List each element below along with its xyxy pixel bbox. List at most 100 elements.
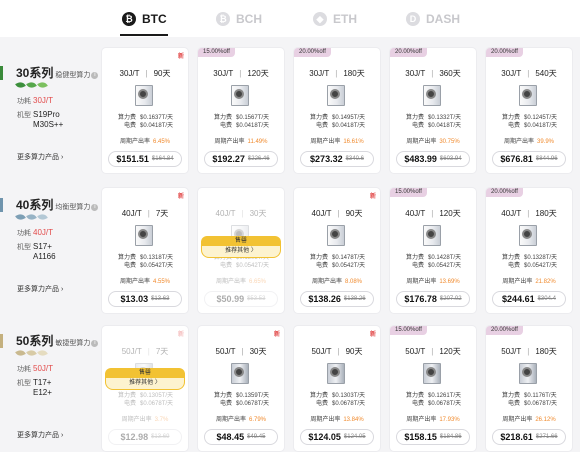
leaf-icon <box>26 212 37 222</box>
spec-days: 180天 <box>343 69 365 78</box>
power-fee-key: 电费 <box>219 123 232 129</box>
rate-label: 周期产出率 <box>121 417 152 423</box>
price-button[interactable]: $48.45 $49.45 <box>204 429 278 445</box>
product-card[interactable]: 15.00%off 40J/T | 120天 算力费 $0.1428T/天 电费 $0.054… <box>390 188 476 313</box>
price-button[interactable]: $138.26 $138.26 <box>300 291 374 307</box>
spec-power: 30J/T <box>309 69 330 78</box>
product-card[interactable]: 新 50J/T | 90天 算力费 $0.1303T/天 电费 $0.0678T/天 周期产出率… <box>294 326 380 451</box>
output-rate: 周期产出率 13.84% <box>294 414 380 423</box>
price-button[interactable]: $124.05 $124.05 <box>300 429 374 445</box>
price-button[interactable]: $158.15 $184.86 <box>396 429 470 445</box>
series-subtitle: 稳健型算力 <box>55 72 91 79</box>
more-products-link[interactable]: 更多算力产品 › <box>17 430 63 440</box>
spec-power: 30J/T <box>501 69 522 78</box>
spec-power: 30J/T <box>405 69 426 78</box>
rate-value: 16.61% <box>343 139 364 145</box>
more-products-label: 更多算力产品 <box>17 432 59 439</box>
fee-lines: 算力费 $0.1359T/天 电费 $0.0678T/天 <box>202 392 280 408</box>
rate-value: 39.9% <box>537 139 555 145</box>
fee-lines: 算力费 $0.1637T/天 电费 $0.0418T/天 <box>106 114 184 130</box>
price-button[interactable]: $483.99 $603.94 <box>396 151 470 167</box>
spec-divider: | <box>239 69 242 78</box>
product-card[interactable]: 20.00%off 30J/T | 180天 算力费 $0.1495T/天 电费 $0.041… <box>294 48 380 173</box>
price-button[interactable]: $50.99 $53.53 <box>204 291 278 307</box>
price-button[interactable]: $13.03 $13.63 <box>108 291 182 307</box>
power-fee-key: 电费 <box>411 263 424 269</box>
info-icon[interactable]: i <box>91 71 99 79</box>
spec-divider: | <box>145 69 148 78</box>
info-icon[interactable]: i <box>91 203 99 211</box>
leaf-rating-icon <box>15 348 48 358</box>
price: $244.61 <box>502 294 535 304</box>
new-badge: 新 <box>273 332 280 338</box>
product-card[interactable]: 20.00%off 50J/T | 180天 算力费 $0.1176T/天 电费 $0.067… <box>486 326 572 451</box>
original-price: $138.26 <box>343 296 366 302</box>
price-button[interactable]: $218.61 $271.66 <box>492 429 566 445</box>
product-card[interactable]: 20.00%off 30J/T | 360天 算力费 $0.1332T/天 电费 $0.041… <box>390 48 476 173</box>
price: $138.26 <box>308 294 341 304</box>
tab-dash[interactable]: D DASH <box>406 9 460 29</box>
product-card[interactable]: 40J/T | 30天 算力费 $0.1305T/天 电费 $0.0542T/天 周期产出率 6… <box>198 188 284 313</box>
fee-lines: 算力费 $0.1478T/天 电费 $0.0542T/天 <box>298 254 376 270</box>
compute-fee-value: $0.1303T/天 <box>332 393 366 399</box>
series-accent-bar <box>0 334 3 348</box>
tab-btc[interactable]: ₿ BTC <box>122 9 167 29</box>
sold-out-recommend-button[interactable]: 售罄 推荐其他 〉 <box>105 368 185 392</box>
model-value: S17+ <box>33 242 52 251</box>
product-card[interactable]: 15.00%off 50J/T | 120天 算力费 $0.1261T/天 电费 $0.067… <box>390 326 476 451</box>
compute-fee-value: $0.1318T/天 <box>140 255 174 261</box>
price-button[interactable]: $273.32 $340.6 <box>300 151 374 167</box>
spec-divider: | <box>431 69 434 78</box>
price-button[interactable]: $12.98 $13.69 <box>108 429 182 445</box>
price-button[interactable]: $244.61 $304.4 <box>492 291 566 307</box>
eth-coin-icon: ◆ <box>313 12 327 26</box>
compute-fee-value: $0.1261T/天 <box>428 393 462 399</box>
original-price: $226.46 <box>247 156 270 162</box>
tab-eth[interactable]: ◆ ETH <box>313 9 357 29</box>
product-spec: 40J/T | 30天 <box>198 208 284 219</box>
price-button[interactable]: $151.51 $164.84 <box>108 151 182 167</box>
output-rate: 周期产出率 30.75% <box>390 136 476 145</box>
product-card[interactable]: 新 30J/T | 90天 算力费 $0.1637T/天 电费 $0.0418T/天 周期产出率… <box>102 48 188 173</box>
output-rate: 周期产出率 4.55% <box>102 276 188 285</box>
power-fee-key: 电费 <box>411 401 424 407</box>
product-spec: 50J/T | 180天 <box>486 346 572 357</box>
product-card[interactable]: 15.00%off 30J/T | 120天 算力费 $0.1567T/天 电费 $0.041… <box>198 48 284 173</box>
info-icon[interactable]: i <box>91 339 99 347</box>
rate-label: 周期产出率 <box>215 417 246 423</box>
product-spec: 40J/T | 90天 <box>294 208 380 219</box>
tab-bch[interactable]: ₿ BCH <box>216 9 262 29</box>
power-fee-key: 电费 <box>219 263 232 269</box>
more-products-link[interactable]: 更多算力产品 › <box>17 152 63 162</box>
discount-tag: 20.00%off <box>486 326 523 335</box>
output-rate: 周期产出率 6.79% <box>198 414 284 423</box>
product-card[interactable]: 20.00%off 30J/T | 540天 算力费 $0.1245T/天 电费 $0.041… <box>486 48 572 173</box>
product-card[interactable]: 新 50J/T | 7天 算力费 $0.1305T/天 电费 $0.0678T/天 周期产出率 3… <box>102 326 188 451</box>
spec-days: 120天 <box>247 69 269 78</box>
spec-days: 30天 <box>249 209 267 218</box>
discount-tag: 15.00%off <box>390 326 427 335</box>
spec-divider: | <box>527 209 530 218</box>
price-button[interactable]: $676.81 $844.96 <box>492 151 566 167</box>
spec-days: 90天 <box>345 209 363 218</box>
product-card[interactable]: 20.00%off 40J/T | 180天 算力费 $0.1328T/天 电费 $0.054… <box>486 188 572 313</box>
rate-label: 周期产出率 <box>119 279 150 285</box>
compute-fee-value: $0.1245T/天 <box>524 115 558 121</box>
more-products-link[interactable]: 更多算力产品 › <box>17 284 63 294</box>
compute-fee-key: 算力费 <box>117 115 136 121</box>
product-card[interactable]: 新 50J/T | 30天 算力费 $0.1359T/天 电费 $0.0678T/天 周期产出率… <box>198 326 284 451</box>
new-badge: 新 <box>369 332 376 338</box>
rate-value: 13.84% <box>343 417 364 423</box>
fee-lines: 算力费 $0.1318T/天 电费 $0.0542T/天 <box>106 254 184 270</box>
price-button[interactable]: $176.78 $207.02 <box>396 291 470 307</box>
spec-divider: | <box>337 347 340 356</box>
power-fee-key: 电费 <box>507 401 520 407</box>
sold-out-recommend-button[interactable]: 售罄 推荐其他 〉 <box>201 236 281 260</box>
output-rate: 周期产出率 16.61% <box>294 136 380 145</box>
power-row: 功耗 30J/T <box>17 96 53 106</box>
product-card[interactable]: 新 40J/T | 7天 算力费 $0.1318T/天 电费 $0.0542T/天 周期产出率 4… <box>102 188 188 313</box>
model-value: A1166 <box>33 252 56 261</box>
compute-fee-value: $0.1428T/天 <box>428 255 462 261</box>
product-card[interactable]: 新 40J/T | 90天 算力费 $0.1478T/天 电费 $0.0542T/天 周期产出率… <box>294 188 380 313</box>
price-button[interactable]: $192.27 $226.46 <box>204 151 278 167</box>
